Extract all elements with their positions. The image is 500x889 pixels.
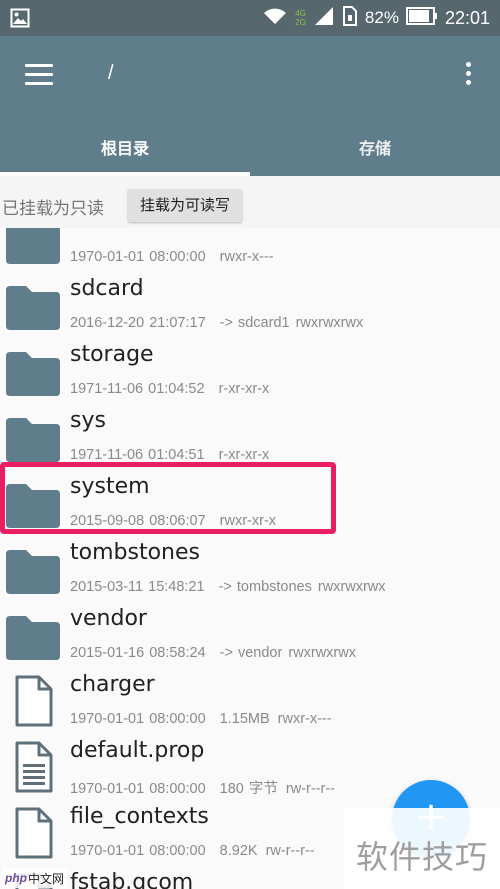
- file-name: default.prop: [70, 738, 205, 763]
- tab-root-label: 根目录: [100, 139, 149, 158]
- file-row[interactable]: vendor 2015-01-16 08:58:24 -> vendor rwxrwx…: [0, 602, 500, 668]
- file-size: 8.92K: [219, 843, 258, 859]
- wifi-icon: [262, 6, 288, 30]
- file-date: 1970-01-01 08:00:00: [70, 843, 206, 859]
- file-name: sys: [70, 408, 106, 433]
- file-meta: 1971-11-06 01:04:51 r-xr-xr-x: [70, 447, 269, 463]
- file-size: 180 字节: [219, 781, 278, 797]
- folder-icon: [4, 284, 62, 330]
- symlink-target: -> tombstones: [218, 579, 312, 595]
- tab-bar: 根目录 存储: [0, 118, 500, 176]
- signal-icon: [313, 6, 335, 30]
- logo-php-text: php: [5, 871, 27, 885]
- file-row[interactable]: 1970-01-01 08:00:00 rwxr-x---: [0, 228, 500, 272]
- file-name: tombstones: [70, 540, 200, 565]
- tab-root[interactable]: 根目录: [0, 118, 250, 176]
- symlink-target: -> vendor: [219, 645, 283, 661]
- current-path: /: [108, 62, 114, 84]
- file-date: 1970-01-01 08:00:00: [70, 249, 206, 265]
- watermark: 软件技巧: [344, 808, 500, 889]
- file-row[interactable]: system 2015-09-08 08:06:07 rwxr-xr-x: [0, 470, 500, 536]
- file-row[interactable]: sys 1971-11-06 01:04:51 r-xr-xr-x: [0, 404, 500, 470]
- file-permissions: rwxr-x---: [219, 249, 274, 265]
- file-permissions: rw-r--r--: [265, 843, 315, 859]
- file-name: sdcard: [70, 276, 144, 301]
- file-name: system: [70, 474, 150, 499]
- file-row[interactable]: storage 1971-11-06 01:04:52 r-xr-xr-x: [0, 338, 500, 404]
- battery-icon: [405, 7, 438, 29]
- file-permissions: rwxrwxrwx: [317, 579, 386, 595]
- file-meta: 2015-03-11 15:48:21 -> tombstones rwxrwxrw…: [70, 579, 386, 595]
- file-date: 2015-01-16 08:58:24: [70, 645, 206, 661]
- file-date: 2016-12-20 21:07:17: [70, 315, 206, 331]
- file-permissions: r-xr-xr-x: [218, 447, 270, 463]
- file-meta: 1970-01-01 08:00:00 180 字节 rw-r--r--: [70, 777, 335, 798]
- file-meta: 1971-11-06 01:04:52 r-xr-xr-x: [70, 381, 269, 397]
- file-name: storage: [70, 342, 154, 367]
- file-date: 1970-01-01 08:00:00: [70, 781, 206, 797]
- clock: 22:01: [444, 7, 490, 28]
- status-bar: 4G 2G 82% 22:01: [0, 0, 500, 36]
- file-date: 1971-11-06 01:04:52: [70, 381, 205, 397]
- file-row[interactable]: tombstones 2015-03-11 15:48:21 -> tombston…: [0, 536, 500, 602]
- menu-icon[interactable]: [25, 64, 53, 86]
- tab-storage-label: 存储: [358, 139, 391, 158]
- file-permissions: rwxrwxrwx: [288, 645, 356, 661]
- file-name: file_contexts: [70, 804, 209, 829]
- file-permissions: rwxr-x---: [277, 711, 332, 727]
- site-logo: php 中文网: [2, 868, 68, 888]
- text-file-icon: [14, 740, 54, 794]
- folder-icon: [4, 482, 62, 528]
- symlink-target: -> sdcard1: [219, 315, 290, 331]
- mount-status-bar: 已挂载为只读 挂载为可读写: [0, 176, 500, 228]
- file-name: vendor: [70, 606, 147, 631]
- tab-storage[interactable]: 存储: [250, 118, 500, 176]
- watermark-text: 软件技巧: [356, 838, 489, 876]
- folder-icon: [4, 228, 62, 264]
- file-meta: 2015-09-08 08:06:07 rwxr-xr-x: [70, 513, 276, 529]
- folder-icon: [4, 350, 62, 396]
- file-name: fstab.qcom: [70, 870, 194, 889]
- file-meta: 1970-01-01 08:00:00 1.15MB rwxr-x---: [70, 711, 332, 727]
- folder-icon: [4, 548, 62, 594]
- file-size: 1.15MB: [219, 711, 270, 727]
- sim-icon: [342, 6, 358, 30]
- mount-status-text: 已挂载为只读: [2, 199, 104, 219]
- file-name: charger: [70, 672, 155, 697]
- file-permissions: r-xr-xr-x: [218, 381, 270, 397]
- mount-read-write-button[interactable]: 挂载为可读写: [128, 189, 243, 222]
- logo-cn-text: 中文网: [28, 871, 65, 886]
- file-meta: 1970-01-01 08:00:00 rwxr-x---: [70, 249, 274, 265]
- file-permissions: rwxr-xr-x: [219, 513, 277, 529]
- toolbar: /: [0, 36, 500, 118]
- file-meta: 2015-01-16 08:58:24 -> vendor rwxrwxrwx: [70, 645, 356, 661]
- file-icon: [14, 806, 54, 860]
- file-date: 1970-01-01 08:00:00: [70, 711, 206, 727]
- file-permissions: rw-r--r--: [285, 781, 335, 797]
- file-icon: [14, 674, 54, 728]
- folder-icon: [4, 614, 62, 660]
- file-meta: 2016-12-20 21:07:17 -> sdcard1 rwxrwxrwx: [70, 315, 363, 331]
- file-row[interactable]: charger 1970-01-01 08:00:00 1.15MB rwxr-x--…: [0, 668, 500, 734]
- more-options-icon[interactable]: [464, 62, 472, 88]
- file-row[interactable]: sdcard 2016-12-20 21:07:17 -> sdcard1 rwxrw…: [0, 272, 500, 338]
- folder-icon: [4, 416, 62, 462]
- file-permissions: rwxrwxrwx: [295, 315, 364, 331]
- network-type-label: 4G 2G: [295, 9, 306, 27]
- file-date: 2015-03-11 15:48:21: [70, 579, 205, 595]
- file-date: 2015-09-08 08:06:07: [70, 513, 206, 529]
- gallery-notification-icon: [10, 8, 30, 32]
- battery-percent: 82%: [364, 8, 399, 27]
- file-meta: 1970-01-01 08:00:00 8.92K rw-r--r--: [70, 843, 315, 859]
- file-date: 1971-11-06 01:04:51: [70, 447, 205, 463]
